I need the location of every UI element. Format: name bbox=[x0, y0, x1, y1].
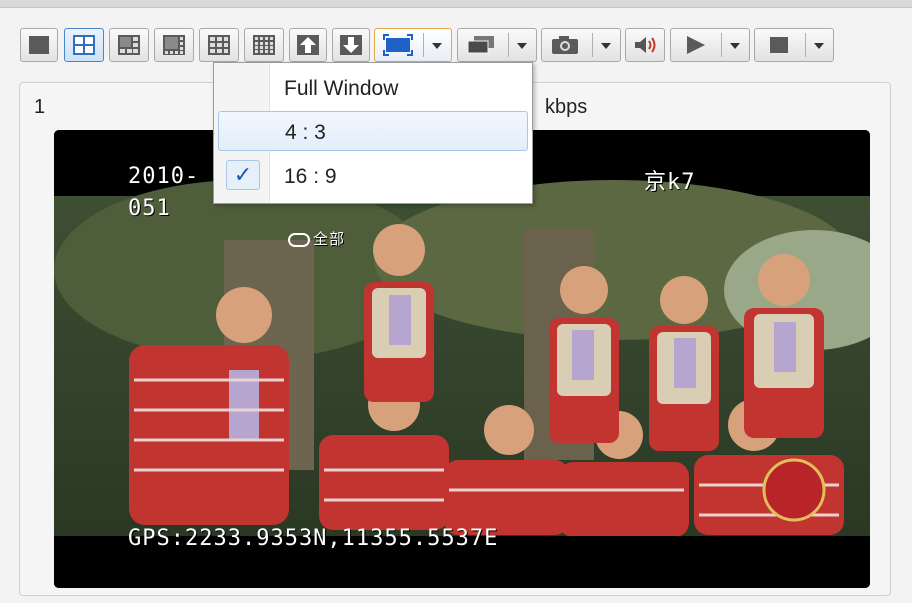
menu-item-label: Full Window bbox=[284, 77, 399, 100]
window-mode-icon bbox=[467, 36, 494, 54]
arrow-up-icon bbox=[297, 35, 319, 55]
aspect-ratio-dropdown[interactable] bbox=[374, 28, 452, 62]
dropdown-divider bbox=[805, 33, 806, 57]
snapshot-dropdown[interactable] bbox=[541, 28, 621, 62]
aspect-ratio-menu: Full Window 4 : 3 ✓ 16 : 9 bbox=[213, 62, 533, 204]
osd-time-fragment: 051 bbox=[128, 196, 171, 221]
bitrate-label: kbps bbox=[545, 96, 588, 118]
chevron-down-icon bbox=[601, 43, 611, 49]
chevron-down-icon bbox=[814, 43, 824, 49]
arrow-down-icon bbox=[340, 35, 362, 55]
osd-logo-text: 全部 bbox=[313, 230, 346, 248]
single-view-icon bbox=[29, 36, 49, 54]
chevron-down-icon bbox=[432, 43, 442, 49]
stop-dropdown[interactable] bbox=[754, 28, 834, 62]
chevron-down-icon bbox=[730, 43, 740, 49]
window-mode-dropdown[interactable] bbox=[457, 28, 537, 62]
play-dropdown[interactable] bbox=[670, 28, 750, 62]
dropdown-divider bbox=[508, 33, 509, 57]
video-player-window: 1 kbps 2010- 051 京k7 全部 GPS:2233.9353N,1… bbox=[0, 0, 912, 603]
eight-view-icon bbox=[163, 35, 185, 55]
menu-item-label: 4 : 3 bbox=[285, 121, 326, 144]
menu-item-4-3[interactable]: 4 : 3 bbox=[218, 111, 528, 151]
menu-item-full-window[interactable]: Full Window bbox=[218, 68, 528, 108]
layout-4-button[interactable] bbox=[64, 28, 104, 62]
layout-9-button[interactable] bbox=[199, 28, 239, 62]
six-view-icon bbox=[118, 35, 140, 55]
audio-button[interactable] bbox=[625, 28, 665, 62]
quad-view-icon bbox=[73, 35, 95, 55]
layout-1-button[interactable] bbox=[20, 28, 58, 62]
logo-icon bbox=[288, 232, 310, 247]
stop-icon bbox=[770, 37, 788, 53]
play-icon bbox=[687, 36, 705, 54]
osd-datetime: 2010- bbox=[128, 164, 200, 189]
layout-16-button[interactable] bbox=[244, 28, 284, 62]
menu-item-label: 16 : 9 bbox=[284, 165, 337, 188]
sixteen-view-icon bbox=[253, 35, 275, 55]
nine-view-icon bbox=[208, 35, 230, 55]
osd-channel-logo: 全部 bbox=[288, 228, 345, 249]
channel-number: 1 bbox=[34, 96, 46, 118]
checkmark-icon: ✓ bbox=[226, 160, 260, 190]
layout-6-button[interactable] bbox=[109, 28, 149, 62]
dropdown-divider bbox=[721, 33, 722, 57]
layout-8-button[interactable] bbox=[154, 28, 194, 62]
osd-plate: 京k7 bbox=[644, 170, 696, 195]
dropdown-divider bbox=[592, 33, 593, 57]
previous-page-button[interactable] bbox=[289, 28, 327, 62]
camera-icon bbox=[552, 36, 578, 54]
speaker-icon bbox=[635, 37, 656, 53]
toolbar bbox=[0, 8, 912, 64]
title-edge bbox=[0, 0, 912, 8]
chevron-down-icon bbox=[517, 43, 527, 49]
menu-item-16-9[interactable]: ✓ 16 : 9 bbox=[218, 156, 528, 196]
osd-gps: GPS:2233.9353N,11355.5537E bbox=[128, 526, 499, 551]
next-page-button[interactable] bbox=[332, 28, 370, 62]
dropdown-divider bbox=[423, 33, 424, 57]
fullscreen-icon bbox=[383, 34, 413, 56]
